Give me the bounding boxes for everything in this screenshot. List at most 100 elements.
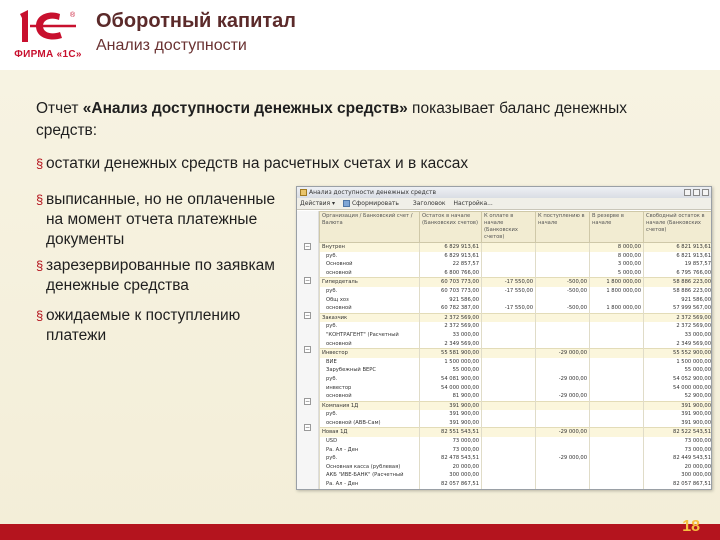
amount-cell — [535, 383, 590, 393]
row-label-cell: Инвестор — [319, 348, 420, 358]
amount-cell — [481, 374, 536, 384]
amount-cell: 82 449 543,51 — [643, 454, 711, 463]
maximize-icon[interactable] — [693, 189, 700, 196]
report-window-title: Анализ доступности денежных средств — [309, 189, 437, 196]
company-logo: ® ФИРМА «1С» — [8, 6, 88, 66]
report-table: Организация / Банковский счет / Валюта Ос… — [319, 211, 711, 489]
table-row[interactable]: руб. 6 829 913,61 8 000,00 6 821 913,61 — [319, 251, 711, 261]
table-row[interactable]: руб. 82 478 543,51 -29 000,00 82 449 543,51 — [319, 454, 711, 463]
column-header[interactable]: В резерве в начале — [589, 211, 644, 243]
collapse-group-icon[interactable]: − — [304, 346, 311, 354]
table-row[interactable]: Новая 1Д 82 551 543,51 -29 000,00 82 522 54… — [319, 427, 711, 438]
table-row[interactable]: ВИЕ 1 500 000,00 1 500 000,00 — [319, 357, 711, 367]
amount-cell: 1 500 000,00 — [643, 357, 711, 367]
table-row[interactable]: руб. 60 703 773,00 -17 550,00 -500,00 1 800 … — [319, 286, 711, 296]
table-row[interactable]: Инвестор 55 581 900,00 -29 000,00 55 552 90… — [319, 348, 711, 358]
amount-cell — [589, 480, 644, 489]
amount-cell — [535, 480, 590, 489]
amount-cell: -500,00 — [535, 286, 590, 296]
grouping-outline: − − − − − − — [297, 211, 319, 489]
amount-cell — [535, 330, 590, 340]
amount-cell — [535, 312, 590, 323]
table-row[interactable]: руб. 391 900,00 391 900,00 — [319, 410, 711, 419]
amount-cell: 391 900,00 — [419, 410, 482, 419]
row-label-cell: АКБ "ИВЕ-БАНК" (Расчетный — [319, 471, 420, 481]
amount-cell: -500,00 — [535, 277, 590, 287]
row-label-cell: Заказчик — [319, 312, 420, 323]
row-label-cell: основной — [319, 392, 420, 402]
amount-cell: 20 000,00 — [419, 462, 482, 472]
amount-cell — [589, 410, 644, 419]
amount-cell — [535, 400, 590, 411]
row-label-cell: USD — [319, 437, 420, 446]
actions-menu[interactable]: Действия ▾ — [300, 200, 335, 207]
amount-cell: 219 813 763,00 — [419, 488, 482, 489]
close-icon[interactable] — [702, 189, 709, 196]
table-row[interactable]: основной 2 349 569,00 2 349 569,00 — [319, 339, 711, 349]
amount-cell: -17 550,00 — [481, 488, 536, 489]
amount-cell: 2 349 569,00 — [643, 339, 711, 349]
report-window-titlebar: Анализ доступности денежных средств — [297, 187, 711, 198]
header-button[interactable]: Заголовок — [413, 200, 446, 207]
amount-cell: -17 550,00 — [481, 277, 536, 287]
collapse-group-icon[interactable]: − — [304, 243, 311, 250]
amount-cell: 207 705 653,00 — [643, 488, 711, 489]
amount-cell: 6 800 766,00 — [419, 268, 482, 278]
amount-cell — [481, 357, 536, 367]
row-label-cell: основной — [319, 304, 420, 314]
amount-cell — [535, 241, 590, 252]
amount-cell: 2 372 569,00 — [419, 322, 482, 331]
table-row[interactable]: Заказчик 2 372 569,00 2 372 569,00 — [319, 312, 711, 323]
row-label-cell: основной (АВВ-Сам) — [319, 418, 420, 428]
amount-cell: -500,00 — [535, 304, 590, 314]
generate-button[interactable]: Сформировать — [342, 200, 405, 207]
table-row[interactable]: основной 6 800 766,00 5 000,00 6 795 766,00 — [319, 268, 711, 278]
table-row[interactable]: USD 73 000,00 73 000,00 — [319, 437, 711, 446]
amount-cell — [481, 454, 536, 463]
column-header[interactable]: Свободный остаток в начале (Банковских с… — [643, 211, 711, 243]
slide-subtitle: Анализ доступности — [96, 37, 247, 54]
amount-cell: 1 800 000,00 — [589, 277, 644, 287]
table-row[interactable]: основной (АВВ-Сам) 391 900,00 391 900,00 — [319, 418, 711, 428]
amount-cell — [589, 348, 644, 358]
table-row[interactable]: Ра. Ал - Ден 73 000,00 73 000,00 — [319, 445, 711, 455]
table-row[interactable]: основной 81 900,00 -29 000,00 52 900,00 — [319, 392, 711, 402]
row-label-cell: Итог — [319, 488, 420, 489]
row-label-cell: руб. — [319, 454, 420, 463]
table-row[interactable]: Внутрен 6 829 913,61 8 000,00 6 821 913,61 — [319, 241, 711, 252]
table-row[interactable]: Итог219 813 763,00-17 550,00-58 500,001 … — [319, 488, 711, 489]
table-row[interactable]: АКБ "ИВЕ-БАНК" (Расчетный 300 000,00 300 0… — [319, 471, 711, 481]
column-header[interactable]: Организация / Банковский счет / Валюта — [319, 211, 420, 243]
amount-cell: -29 000,00 — [535, 392, 590, 402]
table-row[interactable]: Зарубежный ВЕРС 55 000,00 55 000,00 — [319, 366, 711, 375]
minimize-icon[interactable] — [684, 189, 691, 196]
settings-button[interactable]: Настройка... — [453, 200, 492, 207]
column-header[interactable]: К поступлению в начале — [535, 211, 590, 243]
table-row[interactable]: руб. 2 372 569,00 2 372 569,00 — [319, 322, 711, 331]
table-row[interactable]: Ра. Ал - Ден 82 057 867,51 82 057 867,51 — [319, 480, 711, 489]
amount-cell — [589, 366, 644, 375]
collapse-group-icon[interactable]: − — [304, 423, 311, 431]
table-row[interactable]: инвестор 54 000 000,00 54 000 000,00 — [319, 383, 711, 393]
collapse-group-icon[interactable]: − — [304, 397, 311, 405]
amount-cell — [481, 445, 536, 455]
generate-icon — [342, 200, 350, 207]
collapse-group-icon[interactable]: − — [304, 277, 311, 285]
table-row[interactable]: Общ хоз 921 586,00 921 586,00 — [319, 295, 711, 305]
amount-cell: 82 057 867,51 — [643, 480, 711, 489]
table-row[interactable]: основной 60 782 387,00 -17 550,00 -500,00 1 … — [319, 304, 711, 314]
collapse-group-icon[interactable]: − — [304, 311, 311, 319]
table-row[interactable]: Основной 22 857,57 3 000,00 19 857,57 — [319, 260, 711, 269]
report-icon — [300, 189, 307, 196]
column-header[interactable]: К оплате в начале (Банковских счетов) — [481, 211, 536, 243]
amount-cell: 8 000,00 — [589, 251, 644, 261]
table-row[interactable]: руб. 54 081 900,00 -29 000,00 54 052 900,00 — [319, 374, 711, 384]
table-row[interactable]: "КОНТРАГЕНТ" (Расчетный 33 000,00 33 000,0… — [319, 330, 711, 340]
table-row[interactable]: Гипердеталь 60 703 773,00 -17 550,00 -500,0… — [319, 277, 711, 287]
row-label-cell: Ра. Ал - Ден — [319, 445, 420, 455]
column-header[interactable]: Остаток в начале (Банковских счетов) — [419, 211, 482, 243]
slide-header: ® ФИРМА «1С» Оборотный капитал Анализ до… — [0, 0, 720, 70]
table-row[interactable]: Компания 1Д 391 900,00 391 900,00 — [319, 400, 711, 411]
table-row[interactable]: Основная касса (рублевая) 20 000,00 20 000… — [319, 462, 711, 472]
bullet-item: остатки денежных средств на расчетных сч… — [36, 154, 636, 174]
